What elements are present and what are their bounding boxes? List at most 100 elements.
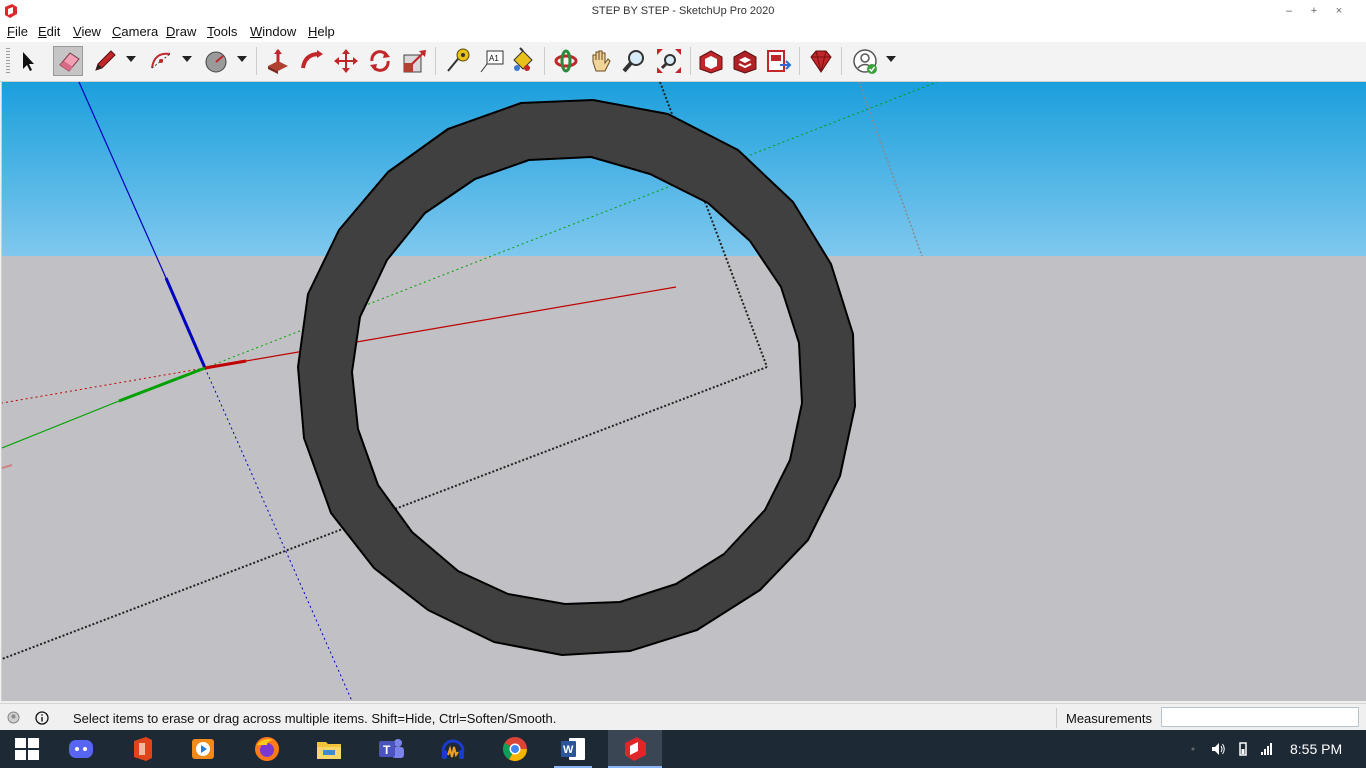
text-tool[interactable]: A1 [477,46,507,76]
firefox-icon [255,737,279,761]
taskbar-discord[interactable] [54,730,108,768]
close-button[interactable]: × [1331,3,1347,19]
rotate-tool[interactable] [365,46,395,76]
green-axis [2,400,120,449]
battery-icon[interactable] [1235,741,1251,757]
line-tool[interactable] [90,46,120,76]
scale-icon [403,50,426,73]
menu-draw[interactable]: Draw [166,24,196,39]
text-label-icon: A1 [480,50,504,73]
taskbar-sketchup[interactable] [608,730,662,768]
account-dropdown[interactable] [886,56,896,62]
audacity-icon [441,739,465,759]
geo-location-icon[interactable] [7,711,20,724]
follow-me-tool[interactable] [297,46,327,76]
paint-bucket-tool[interactable] [508,46,538,76]
shapes-tool-dropdown[interactable] [237,56,247,62]
zoom-extents-icon [657,49,681,73]
status-divider [1056,708,1057,728]
start-button[interactable] [0,730,54,768]
menu-camera[interactable]: Camera [112,24,158,39]
blue-axis [78,82,167,279]
taskbar-office[interactable] [116,730,170,768]
arc-icon [151,52,171,69]
circle-shape-icon [205,51,227,73]
svg-text:W: W [563,744,574,756]
taskbar-word[interactable]: W [546,730,600,768]
arc-tool-dropdown[interactable] [182,56,192,62]
tray-overflow-icon[interactable] [1188,741,1198,757]
menu-view[interactable]: View [73,24,101,39]
toolbar-grip[interactable] [6,48,10,74]
taskbar: T W 8:55 PM [0,730,1366,768]
model-viewport[interactable] [1,82,1366,701]
extension-warehouse-button[interactable] [730,46,760,76]
toolbar-separator [799,47,800,75]
menu-window[interactable]: Window [250,24,296,39]
taskbar-clock[interactable]: 8:55 PM [1290,741,1342,757]
follow-me-icon [301,50,323,69]
tape-measure-icon [447,48,470,72]
move-tool[interactable] [331,46,361,76]
scene-canvas[interactable] [2,82,1366,701]
3d-warehouse-button[interactable] [696,46,726,76]
toolbar-separator [841,47,842,75]
arc-tool[interactable] [146,46,176,76]
select-tool[interactable] [13,46,43,76]
menu-file[interactable]: File [7,24,28,39]
sketchup-icon [625,737,646,761]
taskbar-firefox[interactable] [240,730,294,768]
paint-bucket-icon [513,47,533,71]
minimize-button[interactable]: – [1281,3,1297,19]
push-pull-tool[interactable] [263,46,293,76]
folder-icon [317,742,341,759]
magnifier-icon [622,50,644,73]
warehouse-icon [699,50,723,74]
blue-axis [164,277,207,369]
menu-bar: File Edit View Camera Draw Tools Window … [0,22,1366,42]
taskbar-teams[interactable]: T [364,730,418,768]
red-axis-marker [2,464,13,469]
menu-help[interactable]: Help [308,24,335,39]
maximize-button[interactable]: + [1306,3,1322,19]
orbit-icon [554,49,578,73]
toolbar-separator [544,47,545,75]
info-icon[interactable] [35,711,49,725]
zoom-extents-tool[interactable] [654,46,684,76]
rotate-icon [370,50,390,72]
teams-icon: T [379,739,404,758]
pan-tool[interactable] [585,46,615,76]
main-toolbar: A1 [0,42,1366,82]
taskbar-file-explorer[interactable] [302,730,356,768]
green-axis [118,366,206,403]
title-bar: STEP BY STEP - SketchUp Pro 2020 – + × [0,0,1366,22]
scale-tool[interactable] [400,46,430,76]
svg-text:T: T [383,743,391,757]
word-icon: W [561,738,585,760]
taskbar-audacity[interactable] [426,730,480,768]
menu-tools[interactable]: Tools [207,24,237,39]
extension-manager-button[interactable] [806,46,836,76]
menu-edit[interactable]: Edit [38,24,60,39]
zoom-tool[interactable] [619,46,649,76]
shapes-tool[interactable] [201,46,231,76]
user-account-icon [853,49,877,74]
ruby-gem-icon [810,50,832,73]
line-tool-dropdown[interactable] [126,56,136,62]
orbit-tool[interactable] [551,46,581,76]
taskbar-chrome[interactable] [488,730,542,768]
signal-icon[interactable] [1259,741,1275,757]
measurements-label: Measurements [1066,711,1152,726]
account-button[interactable] [850,46,880,76]
measurements-input[interactable] [1161,707,1359,727]
volume-icon[interactable] [1210,741,1226,757]
taskbar-media-player[interactable] [176,730,230,768]
status-message: Select items to erase or drag across mul… [73,711,557,726]
bounding-line [858,82,923,257]
eraser-tool[interactable] [53,46,83,76]
window-title: STEP BY STEP - SketchUp Pro 2020 [591,5,775,17]
send-to-layout-button[interactable] [764,46,794,76]
push-pull-icon [268,49,288,74]
ring-shape [297,99,856,656]
tape-measure-tool[interactable] [442,46,472,76]
